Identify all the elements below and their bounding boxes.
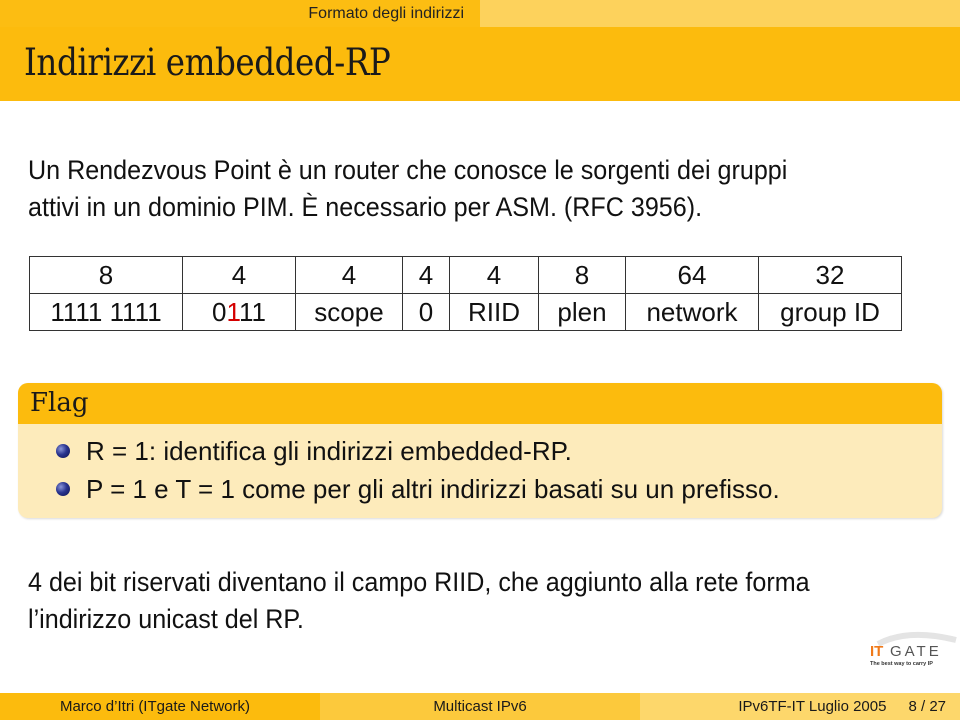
fields-row: 1111 1111 0111 scope 0 RIID plen network… — [29, 293, 902, 331]
footer-event: IPv6TF-IT Luglio 2005 — [738, 698, 887, 715]
footer-author: Marco d’Itri (ITgate Network) — [0, 693, 320, 720]
flags-suffix: 11 — [239, 297, 266, 327]
bits-cell: 4 — [449, 256, 539, 294]
headline-section[interactable]: Formato degli indirizzi — [0, 0, 480, 27]
field-cell: group ID — [758, 293, 902, 331]
intro-line: Un Rendezvous Point è un router che cono… — [28, 155, 788, 185]
ball-bullet-icon — [56, 482, 70, 496]
list-item: P = 1 e T = 1 come per gli altri indiriz… — [56, 470, 942, 508]
field-cell: 1111 1111 — [29, 293, 183, 331]
conclusion-paragraph: 4 dei bit riservati diventano il campo R… — [28, 564, 810, 638]
logo-it-text: IT — [870, 643, 883, 660]
logo-tagline: The best way to carry IP — [870, 661, 933, 667]
itgate-logo-icon: IT GATE The best way to carry IP — [870, 631, 957, 667]
list-item: R = 1: identifica gli indirizzi embedded… — [56, 432, 942, 470]
bits-row: 8 4 4 4 4 8 64 32 — [29, 256, 902, 294]
footer-bar: Marco d’Itri (ITgate Network) Multicast … — [0, 693, 960, 720]
page-title: Indirizzi embedded-RP — [24, 41, 391, 84]
bits-cell: 4 — [295, 256, 403, 294]
conclusion-line: 4 dei bit riservati diventano il campo R… — [28, 567, 810, 597]
field-cell: RIID — [449, 293, 539, 331]
footer-page-number: 8 / 27 — [908, 698, 946, 715]
itgate-logo: IT GATE The best way to carry IP — [868, 630, 960, 674]
intro-line: attivi in un dominio PIM. È necessario p… — [28, 192, 703, 222]
bits-cell: 8 — [538, 256, 626, 294]
flag-block-title: Flag — [18, 383, 942, 424]
frame-title-bar: Indirizzi embedded-RP — [0, 27, 960, 101]
bits-cell: 4 — [402, 256, 450, 294]
bits-cell: 4 — [182, 256, 296, 294]
bits-cell: 32 — [758, 256, 902, 294]
flags-prefix: 0 — [212, 297, 227, 327]
headline-right — [480, 0, 960, 27]
flag-block: Flag R = 1: identifica gli indirizzi emb… — [18, 383, 942, 518]
field-cell: plen — [538, 293, 626, 331]
field-cell: scope — [295, 293, 403, 331]
footer-right: IPv6TF-IT Luglio 2005 8 / 27 — [640, 693, 960, 720]
ball-bullet-icon — [56, 444, 70, 458]
bits-cell: 64 — [625, 256, 759, 294]
intro-paragraph: Un Rendezvous Point è un router che cono… — [28, 152, 787, 226]
flags-highlight-bit: 1 — [226, 297, 239, 327]
address-format-table: 8 4 4 4 4 8 64 32 1111 1111 0111 scope 0… — [29, 256, 902, 331]
list-item-text: R = 1: identifica gli indirizzi embedded… — [86, 436, 572, 466]
footer-talk-title: Multicast IPv6 — [320, 693, 640, 720]
headline-bar: Formato degli indirizzi — [0, 0, 960, 27]
list-item-text: P = 1 e T = 1 come per gli altri indiriz… — [86, 474, 780, 504]
field-cell-flags: 0111 — [182, 293, 296, 331]
conclusion-line: l’indirizzo unicast del RP. — [28, 604, 304, 634]
logo-gate-text: GATE — [890, 643, 942, 660]
flag-list: R = 1: identifica gli indirizzi embedded… — [18, 424, 942, 508]
bits-cell: 8 — [29, 256, 183, 294]
field-cell: 0 — [402, 293, 450, 331]
field-cell: network — [625, 293, 759, 331]
